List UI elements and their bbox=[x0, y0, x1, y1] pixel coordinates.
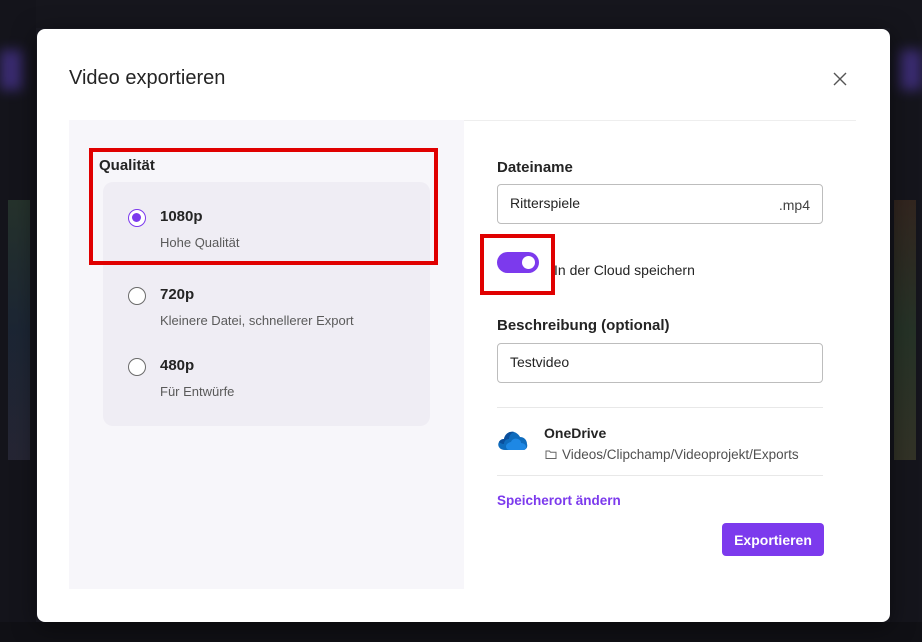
editor-background-thumbnail bbox=[894, 200, 916, 460]
location-divider-top bbox=[497, 407, 823, 408]
quality-panel: Qualität 1080p Hohe Qualität 720p Kleine… bbox=[69, 120, 464, 589]
file-extension: .mp4 bbox=[778, 197, 810, 213]
cloud-save-label: In der Cloud speichern bbox=[554, 262, 695, 278]
editor-background-accent bbox=[900, 50, 922, 90]
quality-option-720p[interactable]: 720p Kleinere Datei, schnellerer Export bbox=[103, 282, 430, 342]
export-dialog: Video exportieren Qualität 1080p Hohe Qu… bbox=[37, 29, 890, 622]
close-icon bbox=[833, 72, 847, 86]
cloud-save-toggle[interactable] bbox=[497, 252, 539, 273]
storage-service-name: OneDrive bbox=[544, 425, 607, 441]
quality-option-1080p[interactable]: 1080p Hohe Qualität bbox=[103, 204, 430, 264]
quality-options: 1080p Hohe Qualität 720p Kleinere Datei,… bbox=[103, 182, 430, 426]
option-subtitle: Hohe Qualität bbox=[160, 235, 240, 250]
change-location-link[interactable]: Speicherort ändern bbox=[497, 493, 621, 508]
description-input[interactable] bbox=[510, 354, 750, 370]
option-title: 480p bbox=[160, 357, 195, 374]
editor-background-accent bbox=[0, 50, 22, 90]
export-button[interactable]: Exportieren bbox=[722, 523, 824, 556]
radio-1080p[interactable] bbox=[128, 209, 146, 227]
option-subtitle: Für Entwürfe bbox=[160, 384, 235, 399]
location-divider-bottom bbox=[497, 475, 823, 476]
header-divider bbox=[464, 120, 856, 121]
dialog-title: Video exportieren bbox=[69, 67, 226, 89]
radio-720p[interactable] bbox=[128, 287, 146, 305]
radio-480p[interactable] bbox=[128, 358, 146, 376]
quality-label: Qualität bbox=[99, 157, 155, 174]
filename-input[interactable] bbox=[510, 195, 750, 211]
filename-label: Dateiname bbox=[497, 159, 573, 176]
option-subtitle: Kleinere Datei, schnellerer Export bbox=[160, 313, 354, 328]
quality-option-480p[interactable]: 480p Für Entwürfe bbox=[103, 353, 430, 413]
filename-field[interactable]: .mp4 bbox=[497, 184, 823, 224]
option-title: 1080p bbox=[160, 208, 203, 225]
folder-icon bbox=[545, 450, 557, 459]
editor-background-bottom bbox=[0, 622, 922, 642]
description-field[interactable] bbox=[497, 343, 823, 383]
close-button[interactable] bbox=[829, 68, 851, 90]
editor-background-top bbox=[0, 0, 922, 28]
onedrive-cloud-icon bbox=[498, 431, 528, 450]
description-label: Beschreibung (optional) bbox=[497, 317, 670, 334]
option-title: 720p bbox=[160, 286, 195, 303]
editor-background-thumbnail bbox=[8, 200, 30, 460]
storage-path: Videos/Clipchamp/Videoprojekt/Exports bbox=[562, 447, 799, 462]
